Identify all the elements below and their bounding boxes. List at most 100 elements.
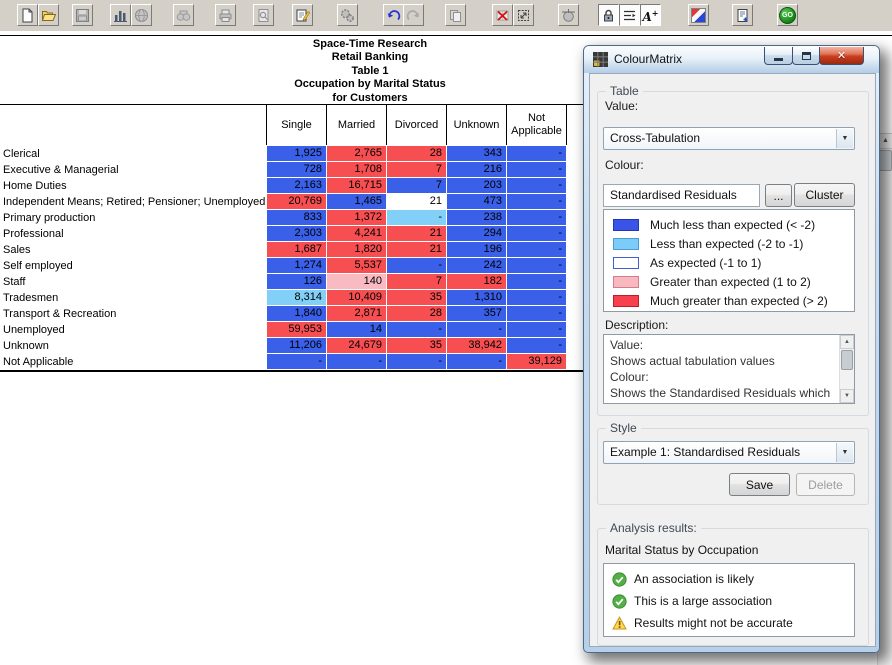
table-cell[interactable]: - [507,338,566,353]
table-cell[interactable]: 473 [447,194,506,209]
table-cell[interactable]: 833 [267,210,326,225]
cluster-button[interactable]: Cluster [794,183,855,207]
edit-notes-button[interactable] [292,4,313,26]
undo-button[interactable] [383,4,404,26]
table-cell[interactable]: 35 [387,290,446,305]
table-cell[interactable]: - [387,210,446,225]
table-cell[interactable]: 21 [387,242,446,257]
table-cell[interactable]: 2,303 [267,226,326,241]
table-cell[interactable]: - [507,194,566,209]
find-button[interactable] [173,4,194,26]
open-file-button[interactable] [38,4,59,26]
dialog-title-bar[interactable]: ColourMatrix ✕ [584,46,879,73]
table-cell[interactable]: 216 [447,162,506,177]
delete-button[interactable]: Delete [796,473,855,496]
save-button[interactable] [72,4,93,26]
table-cell[interactable]: 2,163 [267,178,326,193]
font-size-button[interactable]: A+ [640,4,661,26]
delete-table-button[interactable] [492,4,513,26]
table-cell[interactable]: 728 [267,162,326,177]
table-cell[interactable]: - [447,354,506,369]
print-preview-button[interactable] [253,4,274,26]
table-cell[interactable]: - [507,146,566,161]
copy-button[interactable] [445,4,466,26]
scroll-thumb[interactable] [879,150,892,171]
table-cell[interactable]: 8,314 [267,290,326,305]
table-cell[interactable]: - [507,322,566,337]
table-cell[interactable]: 7 [387,178,446,193]
table-cell[interactable]: 357 [447,306,506,321]
table-cell[interactable]: - [507,178,566,193]
value-select[interactable]: Cross-Tabulation ▼ [603,127,855,150]
style-select[interactable]: Example 1: Standardised Residuals ▼ [603,441,855,464]
table-cell[interactable]: - [507,290,566,305]
table-cell[interactable]: 1,840 [267,306,326,321]
bar-chart-button[interactable] [110,4,131,26]
table-cell[interactable]: 1,820 [327,242,386,257]
table-cell[interactable]: 14 [327,322,386,337]
table-cell[interactable]: 28 [387,146,446,161]
align-text-button[interactable] [619,4,640,26]
table-cell[interactable]: - [387,354,446,369]
table-cell[interactable]: 203 [447,178,506,193]
table-cell[interactable]: 1,274 [267,258,326,273]
add-document-button[interactable] [732,4,753,26]
table-cell[interactable]: 1,372 [327,210,386,225]
table-cell[interactable]: - [267,354,326,369]
table-cell[interactable]: 38,942 [447,338,506,353]
table-cell[interactable]: 20,769 [267,194,326,209]
minimize-button[interactable] [764,47,793,65]
table-cell[interactable]: 4,241 [327,226,386,241]
table-cell[interactable]: 28 [387,306,446,321]
table-cell[interactable]: 7 [387,274,446,289]
table-cell[interactable]: 2,765 [327,146,386,161]
maximize-button[interactable] [792,47,820,65]
redo-button[interactable] [403,4,424,26]
table-cell[interactable]: - [507,242,566,257]
table-cell[interactable]: - [507,210,566,225]
table-cell[interactable]: 1,708 [327,162,386,177]
table-cell[interactable]: 10,409 [327,290,386,305]
table-cell[interactable]: 21 [387,194,446,209]
table-cell[interactable]: 35 [387,338,446,353]
scroll-down-button[interactable]: ▼ [840,389,854,403]
go-button[interactable]: GO [777,4,798,26]
save-button[interactable]: Save [729,473,790,496]
table-cell[interactable]: 343 [447,146,506,161]
table-cell[interactable]: 1,465 [327,194,386,209]
table-cell[interactable]: - [507,226,566,241]
table-cell[interactable]: 1,925 [267,146,326,161]
resize-selection-button[interactable] [513,4,534,26]
browse-button[interactable]: ... [765,184,792,207]
table-cell[interactable]: - [507,274,566,289]
table-cell[interactable]: 196 [447,242,506,257]
table-cell[interactable]: 294 [447,226,506,241]
lock-button[interactable] [598,4,619,26]
table-cell[interactable]: 182 [447,274,506,289]
table-cell[interactable]: 1,310 [447,290,506,305]
scroll-up-button[interactable]: ▲ [840,335,854,349]
colour-matrix-button[interactable] [688,4,709,26]
table-cell[interactable]: - [447,322,506,337]
table-cell[interactable]: - [387,322,446,337]
table-cell[interactable]: - [507,162,566,177]
globe-button[interactable] [131,4,152,26]
description-scrollbar[interactable]: ▲ ▼ [839,335,854,403]
table-cell[interactable]: 2,871 [327,306,386,321]
table-cell[interactable]: 242 [447,258,506,273]
table-cell[interactable]: 140 [327,274,386,289]
table-cell[interactable]: 24,679 [327,338,386,353]
table-cell[interactable]: 16,715 [327,178,386,193]
scroll-thumb[interactable] [841,350,853,370]
table-cell[interactable]: 21 [387,226,446,241]
chevron-down-icon[interactable]: ▼ [836,129,853,148]
table-cell[interactable]: 59,953 [267,322,326,337]
close-button[interactable]: ✕ [819,47,864,65]
table-cell[interactable]: - [327,354,386,369]
table-cell[interactable]: 1,687 [267,242,326,257]
table-cell[interactable]: 5,537 [327,258,386,273]
colour-input[interactable]: Standardised Residuals [603,184,760,207]
table-cell[interactable]: 39,129 [507,354,566,369]
table-cell[interactable]: - [507,258,566,273]
table-cell[interactable]: 238 [447,210,506,225]
